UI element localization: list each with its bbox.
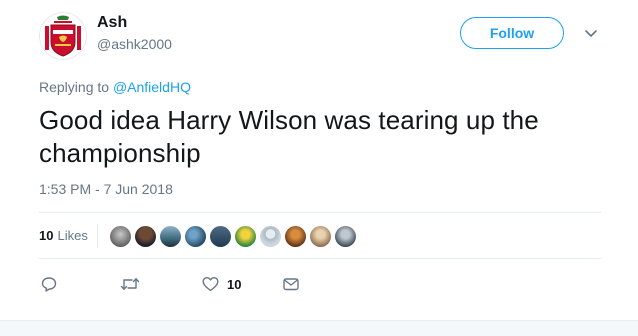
divider <box>39 212 601 213</box>
reply-icon <box>41 277 57 292</box>
heart-icon <box>202 277 219 292</box>
tweet-stats: 10 Likes <box>39 222 356 250</box>
tweet-text: Good idea Harry Wilson was tearing up th… <box>39 105 539 168</box>
retweet-button[interactable] <box>120 270 140 298</box>
liker-avatar[interactable] <box>159 225 181 247</box>
retweet-icon <box>120 278 140 290</box>
like-count: 10 <box>227 276 242 292</box>
liker-avatar[interactable] <box>234 225 256 247</box>
liker-avatar[interactable] <box>134 225 156 247</box>
liker-avatar[interactable] <box>259 225 281 247</box>
stats-separator <box>96 224 98 248</box>
liker-avatar[interactable] <box>284 225 306 247</box>
like-button[interactable]: 10 <box>202 270 241 298</box>
replying-to: Replying to @AnfieldHQ <box>39 78 191 96</box>
divider <box>39 258 601 259</box>
likes-stat[interactable]: 10 Likes <box>39 222 88 250</box>
tweet-timestamp[interactable]: 1:53 PM - 7 Jun 2018 <box>39 180 173 198</box>
liker-avatar[interactable] <box>109 225 131 247</box>
follow-button[interactable]: Follow <box>460 17 564 49</box>
liker-avatar[interactable] <box>334 225 356 247</box>
liker-avatar[interactable] <box>184 225 206 247</box>
likers-avatars <box>109 225 356 247</box>
author-handle[interactable]: @ashk2000 <box>97 35 172 53</box>
envelope-icon <box>283 278 299 291</box>
direct-message-button[interactable] <box>282 270 300 298</box>
liker-avatar[interactable] <box>209 225 231 247</box>
likes-label: Likes <box>57 228 88 243</box>
tweet-actions: 10 <box>39 270 339 298</box>
tweet-card: Ash @ashk2000 Follow Replying to @Anfiel… <box>0 0 638 320</box>
likes-number: 10 <box>39 228 54 243</box>
liker-avatar[interactable] <box>309 225 331 247</box>
author-name[interactable]: Ash <box>97 13 127 33</box>
reply-button[interactable] <box>41 270 57 298</box>
replying-to-label: Replying to <box>39 79 113 95</box>
reply-target-link[interactable]: @AnfieldHQ <box>113 79 191 95</box>
chevron-down-icon[interactable] <box>583 27 599 41</box>
avatar[interactable] <box>39 12 87 60</box>
liverpool-crest-icon <box>39 12 87 60</box>
timeline-background <box>0 320 638 336</box>
